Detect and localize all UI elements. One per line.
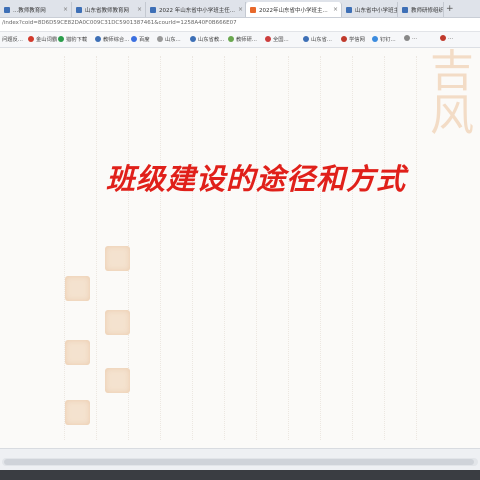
bookmark-favicon-icon — [95, 36, 101, 42]
close-icon[interactable]: × — [238, 6, 243, 13]
browser-tab-active[interactable]: 2022年山东省中小学班主... × — [246, 2, 342, 17]
scrollbar-thumb[interactable] — [4, 459, 474, 465]
bookmark-favicon-icon — [265, 36, 271, 42]
decorative-stamp — [65, 276, 90, 301]
site-favicon-icon — [4, 6, 10, 13]
bookmark-label: 金山词霸 — [36, 37, 58, 43]
browser-tab[interactable]: 山东省教师教育网 × — [72, 2, 146, 17]
browser-tab[interactable]: 2022 年山东省中小学班主任... × — [146, 2, 246, 17]
bookmark-favicon-icon — [28, 36, 34, 42]
decorative-grid-line — [160, 56, 161, 440]
decorative-stamp — [65, 340, 90, 365]
site-favicon-icon — [346, 6, 352, 13]
close-icon[interactable]: × — [333, 6, 338, 13]
bookmark-item[interactable]: 山东省... — [303, 35, 332, 43]
bookmarks-bar: 问题反... 金山词霸 猎豹下载 教师综合... 百度 山东... 山东省教..… — [0, 32, 480, 48]
bookmark-item[interactable]: 钉钉... — [372, 35, 396, 43]
bookmark-item[interactable]: 百度 — [131, 35, 150, 43]
bookmark-label: 教师研... — [236, 37, 257, 43]
browser-tab[interactable]: 山东省中小学班主... — [342, 2, 398, 17]
close-icon[interactable]: × — [63, 6, 68, 13]
bookmark-item[interactable]: 山东省教... — [190, 35, 224, 43]
decorative-grid-line — [96, 56, 97, 440]
bookmark-item[interactable]: 山东... — [157, 35, 181, 43]
decorative-grid-line — [288, 56, 289, 440]
decorative-grid-line — [416, 56, 417, 440]
tab-label: 教师研修组织... — [411, 7, 444, 14]
site-favicon-icon — [150, 6, 156, 13]
tab-label: 2022 年山东省中小学班主任... — [159, 7, 235, 14]
bookmark-item[interactable]: 问题反... — [2, 35, 23, 43]
bookmark-label: 钉钉... — [380, 37, 396, 43]
url-text[interactable]: /index?coid=8D6D59CE82DA0C009C31DC590138… — [2, 20, 237, 26]
bookmark-label: ... — [412, 35, 418, 41]
bookmark-item[interactable]: 猎豹下载 — [58, 35, 87, 43]
decorative-grid-line — [384, 56, 385, 440]
browser-tab-bar: ...教师教育网 × 山东省教师教育网 × 2022 年山东省中小学班主任...… — [0, 0, 480, 18]
decorative-stamp — [105, 246, 130, 271]
site-favicon-icon — [76, 6, 82, 13]
bookmark-favicon-icon — [131, 36, 137, 42]
bookmark-item[interactable]: 金山词霸 — [28, 35, 57, 43]
decorative-grid-line — [224, 56, 225, 440]
decorative-grid-line — [64, 56, 65, 440]
bookmark-favicon-icon — [440, 35, 446, 41]
bookmark-item[interactable]: ... — [404, 35, 417, 41]
decorative-grid-line — [256, 56, 257, 440]
address-bar[interactable]: /index?coid=8D6D59CE82DA0C009C31DC590138… — [0, 18, 480, 32]
bookmark-favicon-icon — [341, 36, 347, 42]
bookmark-label: 教师综合... — [103, 37, 130, 43]
decorative-stamp — [105, 310, 130, 335]
tab-label: ...教师教育网 — [13, 7, 46, 14]
site-favicon-icon — [402, 6, 408, 13]
decorative-stamp — [65, 400, 90, 425]
bookmark-label: 全国... — [273, 37, 289, 43]
bookmark-favicon-icon — [228, 36, 234, 42]
bookmark-label: 问题反... — [2, 37, 23, 43]
decorative-grid-line — [320, 56, 321, 440]
bookmark-label: 山东省... — [311, 37, 332, 43]
bookmark-favicon-icon — [404, 35, 410, 41]
decorative-grid-line — [352, 56, 353, 440]
slide-title: 班级建设的途径和方式 — [106, 162, 407, 196]
bookmark-label: 山东... — [165, 37, 181, 43]
bookmark-favicon-icon — [157, 36, 163, 42]
bookmark-favicon-icon — [58, 36, 64, 42]
bookmark-label: 百度 — [139, 37, 150, 43]
bookmark-label: 猎豹下载 — [66, 37, 88, 43]
bookmark-label: 山东省教... — [198, 37, 225, 43]
bookmark-item[interactable]: 教师综合... — [95, 35, 129, 43]
tab-label: 山东省中小学班主... — [355, 7, 398, 14]
presentation-slide: 吉 风 班级建设的途径和方式 — [0, 48, 480, 448]
bookmark-label: 学信网 — [349, 37, 365, 43]
close-icon[interactable]: × — [137, 6, 142, 13]
browser-tab[interactable]: ...教师教育网 × — [0, 2, 72, 17]
bookmark-favicon-icon — [303, 36, 309, 42]
bookmark-item[interactable]: 全国... — [265, 35, 289, 43]
site-favicon-icon — [250, 6, 256, 13]
bookmark-favicon-icon — [372, 36, 378, 42]
bookmark-item[interactable]: 学信网 — [341, 35, 365, 43]
tab-label: 山东省教师教育网 — [85, 7, 130, 14]
tab-label: 2022年山东省中小学班主... — [259, 7, 328, 14]
bookmark-item[interactable]: ... — [440, 35, 453, 41]
decorative-stamp — [105, 368, 130, 393]
taskbar-edge — [0, 470, 480, 480]
bookmark-favicon-icon — [190, 36, 196, 42]
bookmark-label: ... — [448, 35, 454, 41]
decorative-calligraphy: 吉 风 — [430, 48, 474, 141]
browser-tab[interactable]: 教师研修组织... — [398, 2, 444, 17]
new-tab-button[interactable]: + — [446, 3, 454, 15]
decorative-grid-line — [192, 56, 193, 440]
bookmark-item[interactable]: 教师研... — [228, 35, 257, 43]
